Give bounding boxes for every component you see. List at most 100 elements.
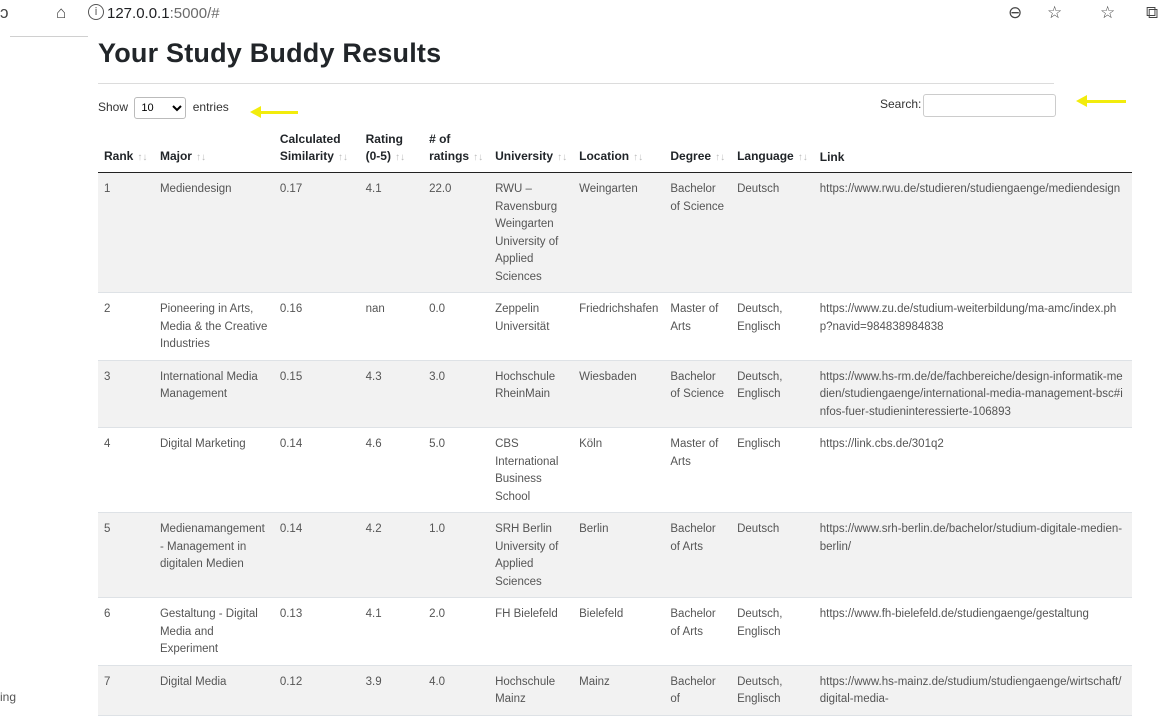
table-cell: CBS International Business School bbox=[489, 427, 574, 513]
table-row: 7 Digital Media 0.12 3.9 4.0 Hochschule Mainz… bbox=[98, 665, 1132, 716]
search-label: Search: bbox=[880, 97, 922, 111]
table-cell: Mainz bbox=[573, 665, 665, 716]
table-cell: Friedrichshafen bbox=[573, 292, 665, 361]
column-header-label: Location bbox=[579, 149, 630, 163]
table-cell: Deutsch, Englisch bbox=[731, 597, 814, 666]
stray-text: ing bbox=[0, 690, 17, 704]
table-cell: 0.0 bbox=[423, 292, 490, 361]
annotation-arrow-entries bbox=[250, 106, 298, 118]
table-cell: 4.2 bbox=[359, 512, 424, 598]
table-cell[interactable]: https://www.rwu.de/studieren/studiengaen… bbox=[813, 172, 1132, 293]
table-cell: 3.0 bbox=[423, 360, 490, 428]
sort-icon[interactable]: ↑↓ bbox=[633, 152, 643, 163]
table-cell: Digital Media bbox=[153, 665, 274, 716]
column-header[interactable]: Rating (0-5) ↑↓ bbox=[359, 128, 424, 173]
table-cell[interactable]: https://www.zu.de/studium-weiterbildung/… bbox=[813, 292, 1132, 361]
column-header[interactable]: # of ratings ↑↓ bbox=[423, 128, 490, 173]
column-header[interactable]: Location ↑↓ bbox=[573, 128, 665, 173]
column-header-label: Calculated Similarity bbox=[279, 132, 341, 163]
table-cell: 6 bbox=[98, 597, 154, 666]
table-cell: 0.14 bbox=[273, 512, 360, 598]
column-header[interactable]: Degree ↑↓ bbox=[664, 128, 732, 173]
table-cell: Medienamangement - Management in digital… bbox=[153, 512, 274, 598]
sort-icon[interactable]: ↑↓ bbox=[798, 152, 808, 163]
table-cell: Bachelor of Arts bbox=[664, 597, 732, 666]
sort-icon[interactable]: ↑↓ bbox=[557, 152, 567, 163]
results-table: Rank ↑↓ Major ↑↓ Calculated Similarity ↑↓ Rati… bbox=[98, 128, 1132, 716]
url-rest: :5000/# bbox=[169, 5, 220, 22]
table-cell: RWU – Ravensburg Weingarten University o… bbox=[489, 172, 574, 293]
table-cell: Pioneering in Arts, Media & the Creative… bbox=[153, 292, 274, 361]
table-cell: 0.16 bbox=[273, 292, 360, 361]
table-cell: Mediendesign bbox=[153, 172, 274, 293]
sort-icon[interactable]: ↑↓ bbox=[196, 152, 206, 163]
zoom-out-icon[interactable]: ⊖ bbox=[1008, 2, 1022, 24]
sort-icon[interactable]: ↑↓ bbox=[338, 152, 348, 163]
table-cell: 0.17 bbox=[273, 172, 360, 293]
table-cell: Deutsch, Englisch bbox=[731, 360, 814, 428]
column-header-label: Link bbox=[819, 150, 845, 164]
table-cell: Bachelor of Science bbox=[664, 360, 732, 428]
home-icon[interactable]: ⌂ bbox=[56, 2, 66, 24]
table-cell: 4.3 bbox=[359, 360, 424, 428]
column-header-label: Rank bbox=[104, 149, 134, 163]
table-cell: Bachelor of Science bbox=[664, 172, 732, 293]
entries-select[interactable]: 10 bbox=[134, 97, 187, 119]
table-row: 2 Pioneering in Arts, Media & the Creativ… bbox=[98, 292, 1132, 361]
table-cell: 0.12 bbox=[273, 665, 360, 716]
table-cell: Deutsch bbox=[731, 172, 814, 293]
table-cell: 5 bbox=[98, 512, 154, 598]
table-cell: Digital Marketing bbox=[153, 427, 274, 513]
column-header-label: Major bbox=[159, 149, 192, 163]
table-row: 5 Medienamangement - Management in digita… bbox=[98, 512, 1132, 598]
sort-icon[interactable]: ↑↓ bbox=[715, 152, 725, 163]
column-header[interactable]: Major ↑↓ bbox=[153, 128, 274, 173]
address-bar[interactable]: 127.0.0.1:5000/# bbox=[107, 5, 220, 22]
column-header-label: Language bbox=[737, 149, 794, 163]
entries-control: Show 10 entries bbox=[98, 97, 229, 119]
column-header[interactable]: Calculated Similarity ↑↓ bbox=[273, 128, 360, 173]
table-cell: 2 bbox=[98, 292, 154, 361]
sort-icon[interactable]: ↑↓ bbox=[137, 152, 147, 163]
sort-icon[interactable]: ↑↓ bbox=[473, 152, 483, 163]
header-row: Rank ↑↓ Major ↑↓ Calculated Similarity ↑↓ Rati… bbox=[98, 128, 1132, 173]
table-cell: Deutsch bbox=[731, 512, 814, 598]
table-cell: 22.0 bbox=[423, 172, 490, 293]
table-cell: 1 bbox=[98, 172, 154, 293]
table-cell: Master of Arts bbox=[664, 292, 732, 361]
table-cell: 0.15 bbox=[273, 360, 360, 428]
table-cell: Deutsch, Englisch bbox=[731, 292, 814, 361]
search-input[interactable] bbox=[923, 94, 1056, 117]
table-cell: Bachelor of Arts bbox=[664, 512, 732, 598]
favorite-add-icon[interactable]: ☆ bbox=[1047, 2, 1062, 24]
table-cell: Köln bbox=[573, 427, 665, 513]
table-cell[interactable]: https://www.hs-mainz.de/studium/studieng… bbox=[813, 665, 1132, 716]
table-cell[interactable]: https://link.cbs.de/301q2 bbox=[813, 427, 1132, 513]
column-header[interactable]: University ↑↓ bbox=[489, 128, 574, 173]
table-cell: 4 bbox=[98, 427, 154, 513]
table-cell: 7 bbox=[98, 665, 154, 716]
table-cell[interactable]: https://www.fh-bielefeld.de/studiengaeng… bbox=[813, 597, 1132, 666]
info-icon[interactable]: i bbox=[88, 4, 104, 20]
column-header[interactable]: Language ↑↓ bbox=[731, 128, 814, 173]
column-header-label: University bbox=[495, 149, 554, 163]
table-cell[interactable]: https://www.srh-berlin.de/bachelor/studi… bbox=[813, 512, 1132, 598]
table-cell: nan bbox=[359, 292, 424, 361]
title-divider bbox=[98, 83, 1054, 84]
favorites-icon[interactable]: ☆ bbox=[1100, 2, 1115, 24]
search-control: Search: bbox=[880, 94, 1056, 117]
page-title: Your Study Buddy Results bbox=[98, 38, 442, 68]
column-header[interactable]: Rank ↑↓ bbox=[98, 128, 154, 173]
back-icon[interactable]: ↄ bbox=[0, 2, 9, 24]
table-row: 4 Digital Marketing 0.14 4.6 5.0 CBS Internat… bbox=[98, 427, 1132, 513]
table-cell: 4.6 bbox=[359, 427, 424, 513]
collections-icon[interactable]: ⧉ bbox=[1146, 2, 1158, 24]
table-row: 6 Gestaltung - Digital Media and Experime… bbox=[98, 597, 1132, 666]
table-cell: 3.9 bbox=[359, 665, 424, 716]
table-cell[interactable]: https://www.hs-rm.de/de/fachbereiche/des… bbox=[813, 360, 1132, 428]
table-cell: 4.0 bbox=[423, 665, 490, 716]
sort-icon[interactable]: ↑↓ bbox=[395, 152, 405, 163]
table-cell: 1.0 bbox=[423, 512, 490, 598]
table-body: 1 Mediendesign 0.17 4.1 22.0 RWU – Ravensburg… bbox=[98, 172, 1132, 716]
column-header[interactable]: Link bbox=[813, 128, 1132, 173]
